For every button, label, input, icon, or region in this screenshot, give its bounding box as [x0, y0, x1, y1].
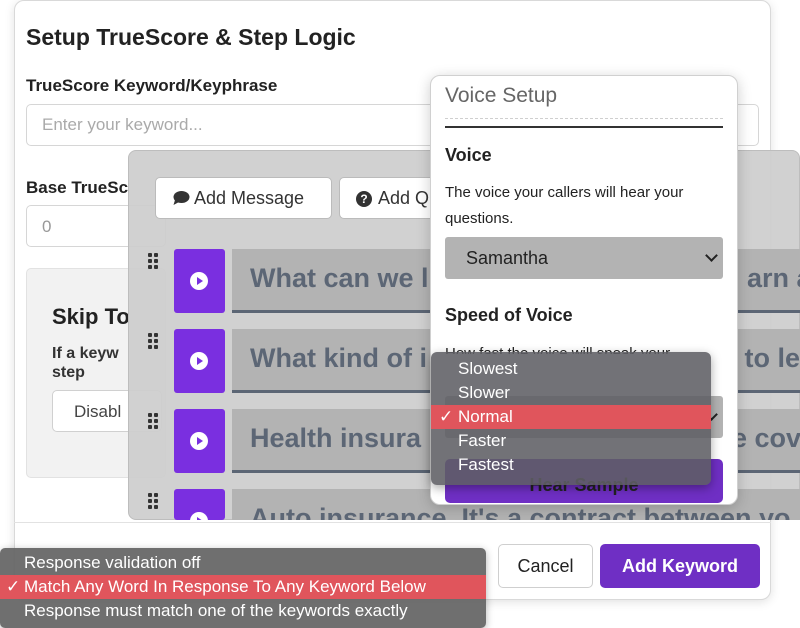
- message-text-tail: e cov: [732, 423, 800, 453]
- play-icon: [190, 432, 208, 450]
- play-button[interactable]: [174, 329, 225, 393]
- add-question-button[interactable]: ? Add Q: [339, 177, 439, 219]
- cancel-button[interactable]: Cancel: [498, 544, 593, 588]
- voice-select-value: Samantha: [466, 248, 549, 268]
- drag-handle-icon[interactable]: [148, 333, 160, 349]
- message-text: What can we l: [250, 263, 429, 293]
- message-text-tail: arn a: [747, 263, 800, 293]
- message-text: Health insura: [250, 423, 422, 453]
- speed-dropdown-menu: Slowest Slower ✓ Normal Faster Fastest: [431, 352, 711, 485]
- add-keyword-button[interactable]: Add Keyword: [600, 544, 760, 588]
- checkmark-icon: ✓: [439, 407, 454, 426]
- drag-handle-icon[interactable]: [148, 253, 160, 269]
- speed-option[interactable]: Slower: [431, 381, 711, 405]
- skip-to-title: Skip To: [52, 304, 130, 329]
- base-truescore-label: Base TrueSc: [26, 178, 129, 197]
- voice-label: Voice: [445, 145, 492, 165]
- validation-option-selected[interactable]: ✓ Match Any Word In Response To Any Keywo…: [0, 575, 486, 599]
- play-icon: [190, 352, 208, 370]
- play-icon: [190, 272, 208, 290]
- voice-description: The voice your callers will hear your qu…: [445, 184, 684, 227]
- message-text: What kind of i: [250, 343, 427, 373]
- checkmark-icon: ✓: [6, 577, 21, 596]
- speed-option[interactable]: Slowest: [431, 357, 711, 381]
- footer-divider: [14, 522, 771, 523]
- add-message-label: Add Message: [194, 188, 305, 208]
- play-icon: [190, 512, 208, 520]
- drag-handle-icon[interactable]: [148, 493, 160, 509]
- title-divider: [445, 118, 723, 119]
- validation-option[interactable]: Response validation off: [0, 551, 486, 575]
- modal-title: Setup TrueScore & Step Logic: [26, 24, 356, 50]
- speed-option-selected[interactable]: ✓ Normal: [431, 405, 711, 429]
- validation-dropdown-menu: Response validation off ✓ Match Any Word …: [0, 548, 486, 628]
- add-message-button[interactable]: Add Message: [155, 177, 332, 219]
- play-button[interactable]: [174, 249, 225, 313]
- message-text: Auto insurance. It's a contract between …: [250, 503, 791, 520]
- comment-icon: [173, 191, 190, 205]
- drag-handle-icon[interactable]: [148, 413, 160, 429]
- voice-select[interactable]: Samantha: [445, 237, 723, 279]
- title-underline: [445, 126, 723, 128]
- chevron-down-icon: [705, 249, 718, 262]
- keyword-label: TrueScore Keyword/Keyphrase: [26, 76, 278, 95]
- speed-option[interactable]: Fastest: [431, 453, 711, 477]
- question-circle-icon: ?: [356, 191, 372, 207]
- speed-label: Speed of Voice: [445, 305, 573, 325]
- validation-option[interactable]: Response must match one of the keywords …: [0, 599, 486, 623]
- add-question-label: Add Q: [378, 188, 430, 208]
- play-button[interactable]: [174, 489, 225, 520]
- play-button[interactable]: [174, 409, 225, 473]
- speed-option[interactable]: Faster: [431, 429, 711, 453]
- voice-setup-title: Voice Setup: [445, 84, 558, 107]
